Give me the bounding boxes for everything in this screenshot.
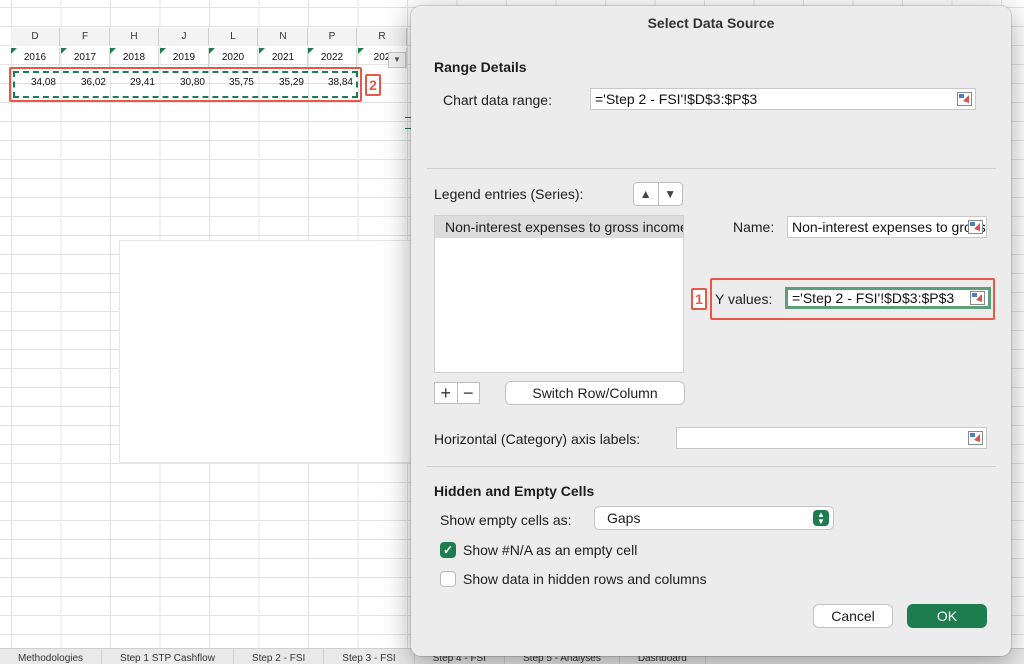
add-remove-series-buttons: + − [434,382,480,404]
axis-labels-label: Horizontal (Category) axis labels: [434,431,641,447]
column-header-d[interactable]: D [11,28,60,46]
hidden-empty-cells-title: Hidden and Empty Cells [434,483,595,499]
show-hidden-checkbox[interactable] [440,571,456,587]
ok-button[interactable]: OK [907,604,987,628]
select-data-source-dialog: Select Data Source Range Details Chart d… [411,6,1011,656]
axis-labels-field[interactable] [676,427,987,449]
dialog-title: Select Data Source [647,15,775,31]
remove-series-button[interactable]: − [456,383,480,403]
column-header-p[interactable]: P [308,28,357,46]
down-arrow-icon[interactable]: ▼ [657,183,683,205]
year-cell[interactable]: 2022 [308,48,357,68]
switch-row-column-button[interactable]: Switch Row/Column [505,381,685,405]
range-picker-icon[interactable] [968,220,983,234]
year-cell[interactable]: 2020 [209,48,258,68]
show-empty-cells-label: Show empty cells as: [440,512,572,528]
year-cell[interactable]: 2016 [11,48,60,68]
year-header-row: 2016 2017 2018 2019 2020 2021 2022 202 [0,48,420,68]
add-series-button[interactable]: + [435,383,457,403]
chart-area[interactable] [119,240,419,463]
updown-chevron-icon: ▲ ▼ [813,510,829,526]
series-name-value: Non-interest expenses to gross income [792,219,986,235]
range-picker-icon[interactable] [957,92,972,106]
column-header-h[interactable]: H [110,28,159,46]
chart-data-range-field[interactable]: ='Step 2 - FSI'!$D$3:$P$3 [590,88,976,110]
year-cell[interactable]: 2019 [160,48,209,68]
legend-entries-label: Legend entries (Series): [434,186,584,202]
range-details-title: Range Details [434,59,527,75]
column-header-n[interactable]: N [259,28,308,46]
callout-number-1: 1 [691,288,707,310]
y-values-value: ='Step 2 - FSI'!$D$3:$P$3 [792,290,955,306]
column-header-l[interactable]: L [209,28,258,46]
name-label: Name: [733,219,775,235]
year-cell[interactable]: 2017 [61,48,110,68]
y-values-label: Y values: [715,291,773,307]
series-name-field[interactable]: Non-interest expenses to gross income [787,216,987,238]
year-cell[interactable]: 2021 [259,48,308,68]
show-hidden-label: Show data in hidden rows and columns [463,571,707,587]
show-na-checkbox[interactable]: ✓ [440,542,456,558]
sheet-tab[interactable]: Step 1 STP Cashflow [102,649,234,664]
column-header-r[interactable]: R [358,28,407,46]
series-order-buttons: ▲ ▼ [633,182,683,206]
chart-data-range-label: Chart data range: [443,92,552,108]
section-divider [427,466,996,467]
cancel-button[interactable]: Cancel [813,604,893,628]
y-values-field[interactable]: ='Step 2 - FSI'!$D$3:$P$3 [785,287,991,309]
series-list[interactable]: Non-interest expenses to gross income [434,215,684,373]
filter-dropdown-button[interactable]: ▼ [388,52,406,68]
column-header-f[interactable]: F [61,28,110,46]
up-arrow-icon[interactable]: ▲ [634,183,658,205]
column-header-j[interactable]: J [160,28,209,46]
callout-highlight-range [9,67,362,102]
show-empty-cells-select[interactable]: Gaps ▲ ▼ [594,506,834,530]
sheet-tab[interactable]: Step 2 - FSI [234,649,325,664]
callout-number-2: 2 [365,74,381,96]
range-picker-icon[interactable] [968,431,983,445]
show-na-row[interactable]: ✓ Show #N/A as an empty cell [440,542,637,558]
series-list-item[interactable]: Non-interest expenses to gross income [435,216,683,238]
chart-data-range-value: ='Step 2 - FSI'!$D$3:$P$3 [595,91,758,107]
column-header-bar: D F H J L N P R [0,25,420,47]
show-na-label: Show #N/A as an empty cell [463,542,638,558]
section-divider [427,168,996,169]
sheet-tab[interactable]: Step 3 - FSI [324,649,415,664]
show-empty-cells-value: Gaps [607,510,641,526]
sheet-tab[interactable]: Methodologies [0,649,103,664]
year-cell[interactable]: 2018 [110,48,159,68]
show-hidden-row[interactable]: Show data in hidden rows and columns [440,571,707,587]
range-picker-icon[interactable] [970,291,985,305]
